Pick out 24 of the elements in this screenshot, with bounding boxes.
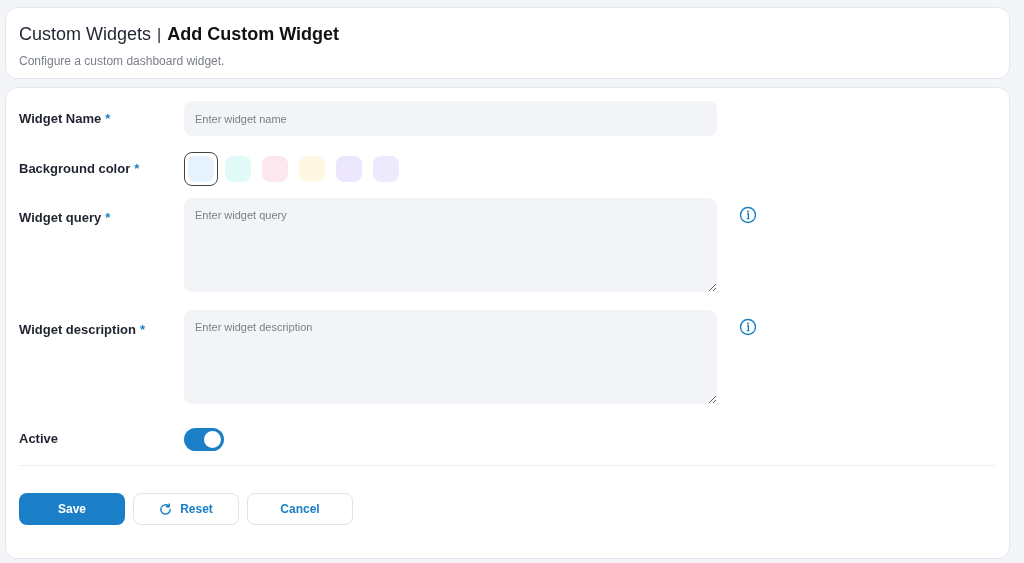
field-label: Widget query bbox=[19, 209, 102, 227]
required-mark: * bbox=[139, 321, 145, 339]
info-icon[interactable] bbox=[739, 206, 757, 224]
page-subtitle: Configure a custom dashboard widget. bbox=[19, 53, 226, 70]
info-icon[interactable] bbox=[739, 318, 757, 336]
page-title: Add Custom Widget bbox=[167, 23, 340, 46]
required-mark: * bbox=[105, 109, 111, 128]
required-mark: * bbox=[105, 209, 111, 227]
reset-button[interactable]: Reset bbox=[133, 493, 239, 525]
breadcrumb-parent[interactable]: Custom Widgets bbox=[19, 21, 152, 48]
color-swatch[interactable] bbox=[184, 152, 218, 186]
required-mark: * bbox=[134, 160, 140, 179]
text-area-field[interactable]: Enter widget description bbox=[184, 310, 717, 404]
field-label: Widget description bbox=[19, 321, 136, 339]
widget-name-field[interactable]: Enter widget name bbox=[184, 101, 717, 136]
refresh-icon bbox=[159, 502, 173, 516]
field-label: Active bbox=[19, 430, 59, 449]
field-label: Background color bbox=[19, 160, 131, 179]
text-area-field[interactable]: Enter widget query bbox=[184, 198, 717, 292]
save-button[interactable]: Save bbox=[19, 493, 125, 525]
field-label: Widget Name bbox=[19, 109, 102, 128]
breadcrumb-separator: | bbox=[157, 24, 162, 45]
cancel-button[interactable]: Cancel bbox=[247, 493, 353, 525]
active-toggle[interactable] bbox=[184, 427, 224, 451]
